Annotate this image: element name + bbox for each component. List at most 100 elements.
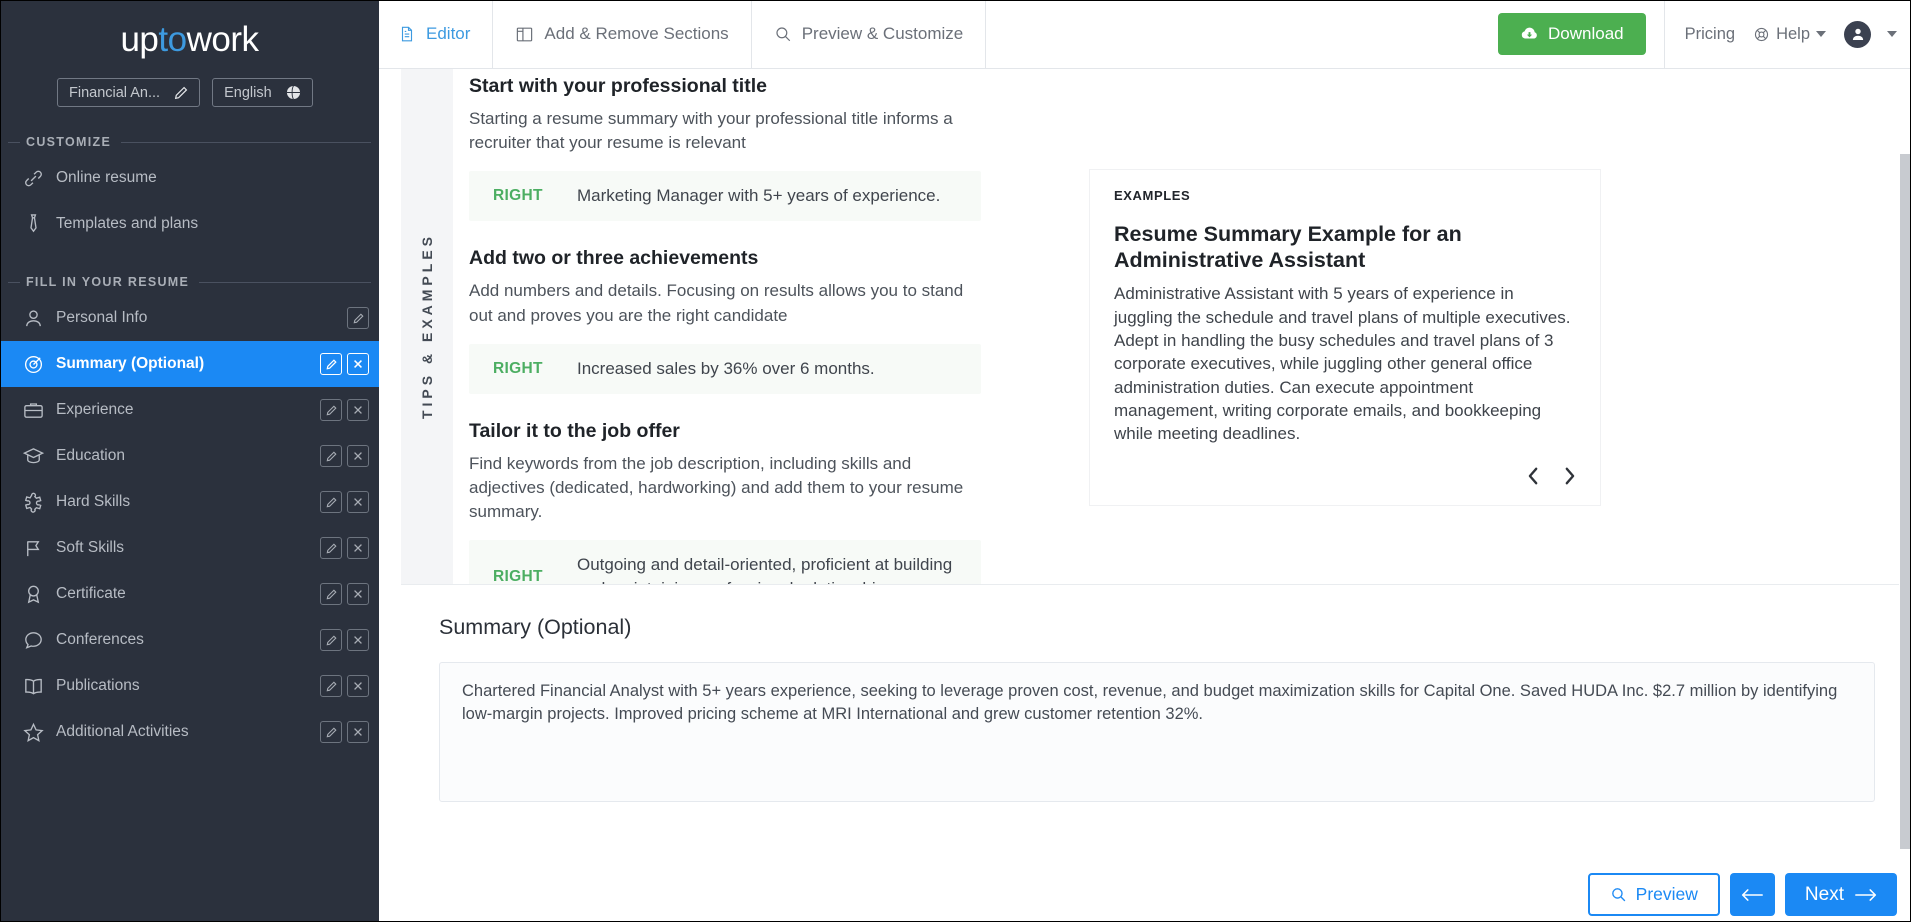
chevron-left-icon[interactable] (1518, 461, 1548, 491)
tab-label: Add & Remove Sections (544, 24, 729, 43)
sidebar-item-actions (320, 491, 369, 513)
content-scroll-area: TIPS & EXAMPLES Start with your professi… (379, 69, 1911, 922)
tip-example-tag: RIGHT (493, 187, 543, 205)
download-button[interactable]: Download (1498, 13, 1646, 55)
speech-bubble-icon (22, 629, 56, 652)
tip-example-text: Increased sales by 36% over 6 months. (577, 358, 875, 378)
edit-icon[interactable] (320, 675, 342, 697)
brand-logo-text: uptowork (120, 20, 259, 60)
summary-textarea[interactable]: Chartered Financial Analyst with 5+ year… (439, 662, 1875, 802)
examples-column: EXAMPLES Resume Summary Example for an A… (1073, 69, 1911, 584)
close-icon[interactable] (347, 491, 369, 513)
briefcase-icon (22, 399, 56, 422)
close-icon[interactable] (347, 675, 369, 697)
search-icon (774, 25, 792, 43)
tip-example-tag: RIGHT (493, 359, 543, 377)
edit-icon[interactable] (320, 629, 342, 651)
close-icon[interactable] (347, 721, 369, 743)
sidebar-item-actions (320, 583, 369, 605)
topbar-right-group: Download Pricing Help (1498, 0, 1911, 69)
example-card: EXAMPLES Resume Summary Example for an A… (1089, 169, 1601, 507)
top-navbar: Editor Add & Remove Sections Preview & C… (379, 0, 1911, 69)
preview-button[interactable]: Preview (1587, 873, 1720, 916)
user-avatar-icon (1844, 20, 1871, 48)
help-menu[interactable]: Help (1753, 25, 1826, 44)
edit-icon[interactable] (320, 491, 342, 513)
pricing-link[interactable]: Pricing (1685, 25, 1735, 44)
sidebar-item-additional-activities[interactable]: Additional Activities (0, 709, 379, 755)
sidebar-item-conferences[interactable]: Conferences (0, 617, 379, 663)
scrollbar-thumb[interactable] (1900, 154, 1910, 849)
pricing-label: Pricing (1684, 24, 1736, 43)
next-button[interactable]: Next (1784, 873, 1897, 916)
sidebar-item-actions (320, 537, 369, 559)
edit-icon[interactable] (320, 583, 342, 605)
sidebar-item-summary[interactable]: Summary (Optional) (0, 341, 379, 387)
layout-icon (515, 25, 534, 44)
tip-paragraph: Starting a resume summary with your prof… (469, 109, 953, 153)
sidebar-item-personal-info[interactable]: Personal Info (0, 295, 379, 341)
tab-add-remove-sections[interactable]: Add & Remove Sections (493, 0, 752, 68)
tab-preview-customize[interactable]: Preview & Customize (752, 0, 987, 68)
arrow-left-icon (1741, 887, 1764, 903)
preview-label: Preview (1635, 884, 1698, 904)
sidebar-item-publications[interactable]: Publications (0, 663, 379, 709)
resume-name-chip[interactable]: Financial An... (57, 78, 201, 107)
pencil-icon[interactable] (174, 86, 188, 100)
tips-side-tab[interactable]: TIPS & EXAMPLES (401, 69, 453, 584)
sidebar-item-label: Hard Skills (56, 493, 131, 510)
tip-block: Start with your professional title Start… (469, 75, 1073, 222)
arrow-right-icon (1855, 887, 1877, 903)
tip-example-tag: RIGHT (493, 568, 543, 584)
close-icon[interactable] (347, 353, 369, 375)
brand-logo[interactable]: uptowork (0, 0, 379, 72)
tip-example-text: Marketing Manager with 5+ years of exper… (577, 186, 941, 206)
close-icon[interactable] (347, 445, 369, 467)
close-icon[interactable] (347, 537, 369, 559)
account-menu[interactable] (1844, 20, 1897, 48)
user-icon (22, 307, 56, 330)
sidebar-item-actions (320, 675, 369, 697)
close-icon[interactable] (347, 583, 369, 605)
graduation-cap-icon (22, 445, 56, 468)
globe-icon[interactable] (286, 85, 301, 100)
book-icon (22, 675, 56, 698)
close-icon[interactable] (347, 629, 369, 651)
sidebar-item-experience[interactable]: Experience (0, 387, 379, 433)
target-icon (22, 353, 56, 376)
back-button[interactable] (1729, 873, 1775, 916)
sidebar-item-templates-and-plans[interactable]: Templates and plans (0, 201, 379, 247)
language-label: English (224, 84, 272, 101)
vertical-scrollbar[interactable] (1899, 138, 1911, 922)
lifebuoy-icon (1753, 26, 1770, 43)
sidebar-item-label: Conferences (56, 631, 144, 648)
edit-icon[interactable] (320, 399, 342, 421)
tab-editor[interactable]: Editor (379, 0, 494, 68)
examples-kicker: EXAMPLES (1114, 188, 1191, 203)
sidebar-item-actions (320, 399, 369, 421)
puzzle-icon (22, 491, 56, 514)
example-title: Resume Summary Example for an Administra… (1114, 222, 1462, 273)
edit-icon[interactable] (320, 537, 342, 559)
tip-heading: Start with your professional title (469, 75, 767, 97)
page-title: Summary (Optional) (439, 615, 632, 639)
chevron-right-icon[interactable] (1554, 461, 1584, 491)
sidebar-item-education[interactable]: Education (0, 433, 379, 479)
topbar-divider (1663, 0, 1665, 69)
edit-icon[interactable] (320, 445, 342, 467)
sidebar-item-soft-skills[interactable]: Soft Skills (0, 525, 379, 571)
edit-icon[interactable] (347, 307, 369, 329)
tip-block: Tailor it to the job offer Find keywords… (469, 420, 1073, 584)
sidebar-item-online-resume[interactable]: Online resume (0, 155, 379, 201)
star-icon (22, 721, 56, 744)
tie-icon (22, 213, 56, 236)
sidebar-item-hard-skills[interactable]: Hard Skills (0, 479, 379, 525)
edit-icon[interactable] (320, 353, 342, 375)
close-icon[interactable] (347, 399, 369, 421)
edit-icon[interactable] (320, 721, 342, 743)
chevron-down-icon (1816, 31, 1826, 37)
example-body: Administrative Assistant with 5 years of… (1114, 284, 1571, 444)
sidebar-item-certificate[interactable]: Certificate (0, 571, 379, 617)
language-chip[interactable]: English (212, 78, 313, 107)
main-region: Editor Add & Remove Sections Preview & C… (379, 0, 1911, 922)
